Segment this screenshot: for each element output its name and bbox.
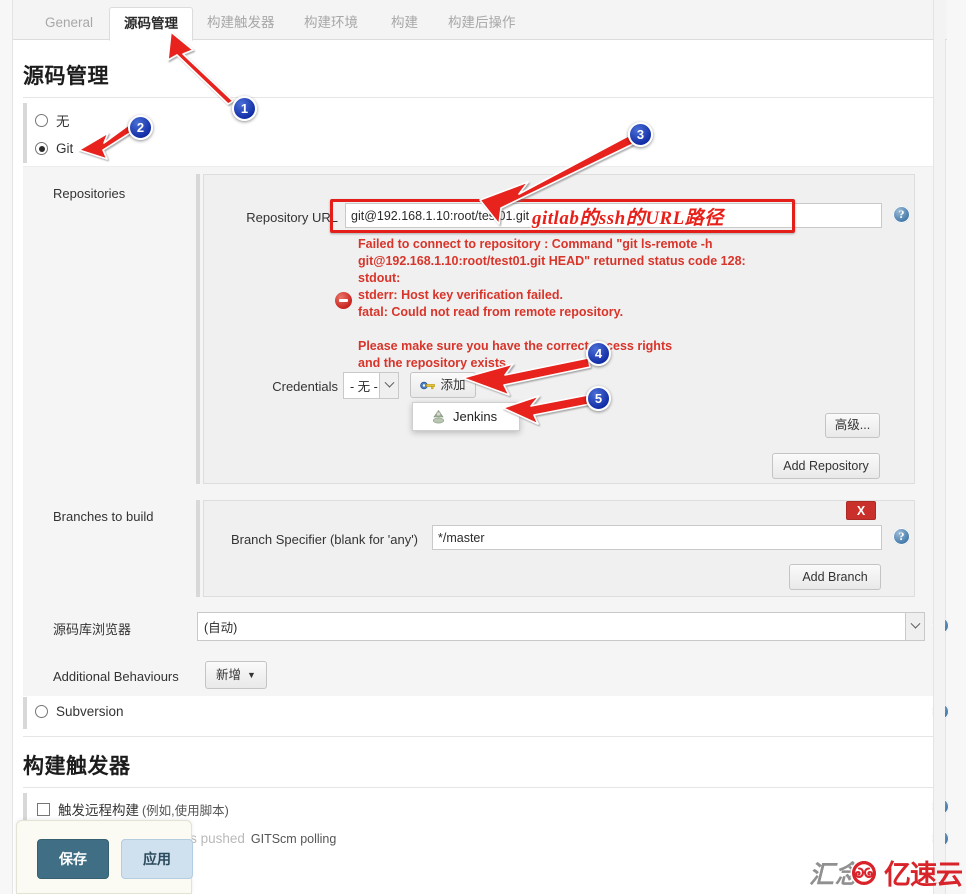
triggers-divider-bottom xyxy=(23,787,935,788)
add-behaviour-button[interactable]: 新增 ▼ xyxy=(205,661,267,689)
tab-build-triggers[interactable]: 构建触发器 xyxy=(193,8,289,40)
branches-accent-bar xyxy=(196,500,200,597)
radio-scm-none[interactable]: 无 xyxy=(35,110,70,130)
radio-dot-none xyxy=(35,113,48,127)
credentials-menu-item-jenkins[interactable]: Jenkins xyxy=(412,402,520,431)
radio-dot-subversion xyxy=(35,705,48,718)
label-credentials: Credentials xyxy=(272,379,338,394)
repository-error-message: Failed to connect to repository : Comman… xyxy=(358,237,746,370)
chevron-down-icon-repo-browser xyxy=(905,613,924,640)
radio-scm-subversion[interactable]: Subversion xyxy=(35,704,124,719)
tab-general[interactable]: General xyxy=(31,8,107,40)
config-content-card: General 源码管理 构建触发器 构建环境 构建 构建后操作 源码管理 无 … xyxy=(12,0,949,894)
triggers-divider-top xyxy=(23,736,935,737)
help-icon-branch-specifier[interactable]: ? xyxy=(893,528,910,545)
scm-options-accent-bar xyxy=(23,103,27,163)
checkbox-label-remote-trigger: 触发远程构建 xyxy=(58,803,139,818)
jenkins-job-config-page: General 源码管理 构建触发器 构建环境 构建 构建后操作 源码管理 无 … xyxy=(0,0,966,894)
apply-button[interactable]: 应用 xyxy=(121,839,193,879)
repo-browser-select[interactable]: (自动) xyxy=(197,612,925,641)
credentials-select[interactable]: - 无 - xyxy=(343,372,399,399)
label-repository-url: Repository URL xyxy=(246,210,338,225)
tab-build-environment[interactable]: 构建环境 xyxy=(290,8,372,40)
label-repositories: Repositories xyxy=(53,186,126,201)
caret-down-icon: ▼ xyxy=(247,669,256,680)
repository-url-input[interactable] xyxy=(345,203,882,228)
credentials-selected-value: - 无 - xyxy=(350,380,378,394)
key-icon xyxy=(420,380,436,391)
checkbox-remote-trigger[interactable] xyxy=(37,802,50,816)
checkbox-sublabel-remote-trigger: (例如,使用脚本) xyxy=(142,803,229,818)
add-repository-button[interactable]: Add Repository xyxy=(772,453,880,479)
add-branch-button[interactable]: Add Branch xyxy=(789,564,881,590)
sticky-save-bar: 保存 应用 xyxy=(16,820,193,894)
radio-dot-git xyxy=(35,142,48,155)
radio-scm-git[interactable]: Git xyxy=(35,141,73,156)
checkbox-sublabel-scm-polling: GITScm polling xyxy=(250,831,337,846)
save-button[interactable]: 保存 xyxy=(37,839,109,879)
radio-label-none: 无 xyxy=(56,114,70,129)
delete-branch-button[interactable]: X xyxy=(846,501,876,520)
add-behaviour-label: 新增 xyxy=(216,667,242,682)
label-repo-browser: 源码库浏览器 xyxy=(53,622,132,637)
checkbox-row-remote-trigger[interactable]: 触发远程构建 (例如,使用脚本) xyxy=(37,799,229,819)
branch-specifier-input[interactable] xyxy=(432,525,882,550)
repo-browser-selected-value: (自动) xyxy=(204,621,238,635)
config-tab-bar: General 源码管理 构建触发器 构建环境 构建 构建后操作 xyxy=(13,0,947,41)
chevron-down-icon xyxy=(379,373,398,398)
repositories-accent-bar xyxy=(196,174,200,484)
credentials-menu-item-label: Jenkins xyxy=(453,409,498,424)
advanced-button[interactable]: 高级... xyxy=(825,413,880,438)
page-scrollbar[interactable] xyxy=(933,0,945,894)
jenkins-icon xyxy=(431,409,446,424)
help-icon-repository-url[interactable]: ? xyxy=(893,206,910,223)
triggers-section-title: 构建触发器 xyxy=(23,755,131,778)
label-branch-specifier: Branch Specifier (blank for 'any') xyxy=(230,532,418,547)
tab-source-management[interactable]: 源码管理 xyxy=(109,7,193,41)
radio-label-subversion: Subversion xyxy=(56,704,124,719)
error-icon xyxy=(335,292,352,309)
label-branches-to-build: Branches to build xyxy=(53,509,154,524)
tab-build[interactable]: 构建 xyxy=(377,8,432,40)
scm-section-title: 源码管理 xyxy=(23,65,109,88)
radio-label-git: Git xyxy=(56,141,74,156)
tab-post-build[interactable]: 构建后操作 xyxy=(434,8,530,40)
scm-divider xyxy=(23,97,935,98)
subversion-accent-bar xyxy=(23,697,27,729)
add-credentials-label: 添加 xyxy=(440,377,466,392)
add-credentials-button[interactable]: 添加 xyxy=(410,372,476,398)
